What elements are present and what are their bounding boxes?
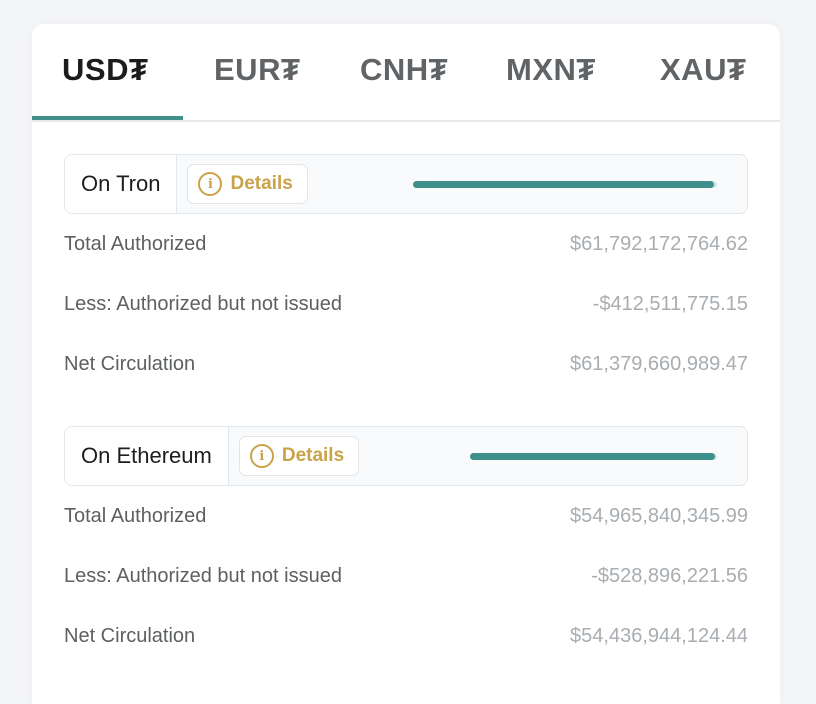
tab-cnht[interactable]: CNH₮ (360, 52, 448, 88)
tab-xaut[interactable]: XAU₮ (660, 52, 746, 88)
details-button[interactable]: i Details (187, 164, 308, 204)
row-value-total-authorized: $61,792,172,764.62 (570, 232, 748, 255)
row-value-not-issued: -$528,896,221.56 (591, 564, 748, 587)
circulation-progress-bar (413, 181, 717, 188)
info-icon: i (249, 444, 274, 468)
chain-name: On Ethereum (65, 427, 229, 485)
row-label-net-circulation: Net Circulation (64, 624, 196, 647)
row-value-net-circulation: $61,379,660,989.47 (570, 352, 748, 375)
row-value-total-authorized: $54,965,840,345.99 (570, 504, 748, 527)
chain-name: On Tron (65, 155, 178, 213)
active-tab-indicator (32, 116, 183, 120)
row-value-not-issued: -$412,511,775.15 (592, 292, 748, 315)
tab-usdt[interactable]: USD₮ (62, 52, 148, 88)
circulation-progress-fill (470, 453, 715, 460)
table-row: Less: Authorized but not issued -$528,89… (64, 546, 748, 606)
chain-header: On Ethereum i Details (64, 426, 748, 486)
row-label-not-issued: Less: Authorized but not issued (64, 292, 342, 315)
details-button[interactable]: i Details (238, 436, 360, 476)
info-icon: i (198, 172, 223, 196)
row-value-net-circulation: $54,436,944,124.44 (570, 624, 748, 647)
reserves-card: USD₮ EUR₮ CNH₮ MXN₮ XAU₮ On Tron i Detai… (32, 24, 780, 704)
chain-section-ethereum: On Ethereum i Details Total Authorized $… (64, 426, 748, 666)
row-label-not-issued: Less: Authorized but not issued (64, 564, 342, 587)
table-row: Less: Authorized but not issued -$412,51… (64, 274, 748, 334)
details-label: Details (281, 445, 345, 466)
row-label-total-authorized: Total Authorized (64, 232, 207, 255)
row-label-net-circulation: Net Circulation (64, 352, 196, 375)
table-row: Net Circulation $61,379,660,989.47 (64, 334, 748, 394)
tab-eurt[interactable]: EUR₮ (214, 52, 300, 88)
circulation-progress-fill (413, 181, 714, 188)
row-label-total-authorized: Total Authorized (64, 504, 207, 527)
chain-header: On Tron i Details (64, 154, 748, 214)
table-row: Total Authorized $61,792,172,764.62 (64, 214, 748, 274)
details-label: Details (230, 173, 293, 194)
tab-mxnt[interactable]: MXN₮ (506, 52, 596, 88)
circulation-progress-bar (470, 453, 717, 460)
table-row: Net Circulation $54,436,944,124.44 (64, 606, 748, 666)
chain-section-tron: On Tron i Details Total Authorized $61,7… (64, 154, 748, 394)
currency-tabs: USD₮ EUR₮ CNH₮ MXN₮ XAU₮ (32, 24, 780, 122)
table-row: Total Authorized $54,965,840,345.99 (64, 486, 748, 546)
